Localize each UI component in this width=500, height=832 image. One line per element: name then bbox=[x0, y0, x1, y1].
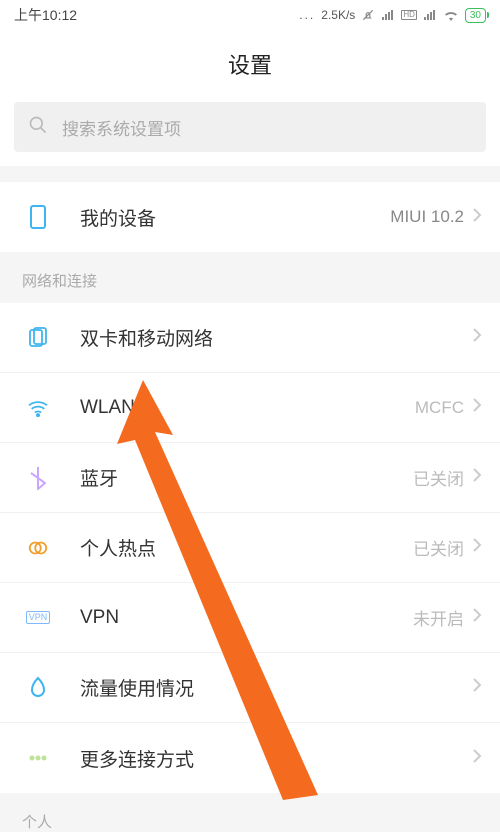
row-label: 个人热点 bbox=[80, 534, 413, 561]
dnd-icon bbox=[361, 8, 375, 22]
row-bluetooth[interactable]: 蓝牙 已关闭 bbox=[0, 443, 500, 513]
row-label: 蓝牙 bbox=[80, 464, 413, 491]
row-label: VPN bbox=[80, 607, 413, 629]
status-bar: 上午10:12 ... 2.5K/s HD 30 bbox=[0, 0, 500, 30]
status-more-dots: ... bbox=[299, 8, 315, 22]
search-bar[interactable]: 搜索系统设置项 bbox=[0, 102, 500, 166]
row-data-usage[interactable]: 流量使用情况 bbox=[0, 653, 500, 723]
status-time: 上午10:12 bbox=[14, 5, 77, 25]
chevron-right-icon bbox=[472, 677, 482, 698]
chevron-right-icon bbox=[472, 748, 482, 769]
row-value: MCFC bbox=[415, 398, 464, 418]
row-label: 双卡和移动网络 bbox=[80, 324, 464, 351]
vpn-icon: VPN bbox=[24, 611, 52, 624]
signal-icon bbox=[381, 9, 395, 21]
more-connections-icon bbox=[24, 748, 52, 768]
chevron-right-icon bbox=[472, 327, 482, 348]
row-more-connections[interactable]: 更多连接方式 bbox=[0, 723, 500, 793]
row-value: 已关闭 bbox=[413, 535, 464, 560]
chevron-right-icon bbox=[472, 467, 482, 488]
row-label: 更多连接方式 bbox=[80, 745, 464, 772]
status-net-speed: 2.5K/s bbox=[321, 8, 355, 22]
row-value: 已关闭 bbox=[413, 465, 464, 490]
row-value: 未开启 bbox=[413, 605, 464, 630]
device-icon bbox=[24, 204, 52, 230]
row-my-device[interactable]: 我的设备 MIUI 10.2 bbox=[0, 182, 500, 252]
row-dual-sim[interactable]: 双卡和移动网络 bbox=[0, 303, 500, 373]
wifi-icon bbox=[443, 9, 459, 21]
section-header-network: 网络和连接 bbox=[0, 252, 500, 303]
chevron-right-icon bbox=[472, 397, 482, 418]
chevron-right-icon bbox=[472, 207, 482, 228]
row-hotspot[interactable]: 个人热点 已关闭 bbox=[0, 513, 500, 583]
divider bbox=[0, 166, 500, 182]
wifi-icon bbox=[24, 399, 52, 417]
page-title: 设置 bbox=[0, 30, 500, 102]
hd-icon: HD bbox=[401, 10, 417, 20]
battery-icon: 30 bbox=[465, 8, 486, 23]
search-placeholder: 搜索系统设置项 bbox=[62, 115, 181, 140]
data-usage-icon bbox=[24, 676, 52, 700]
row-wlan[interactable]: WLAN MCFC bbox=[0, 373, 500, 443]
search-icon bbox=[28, 115, 48, 140]
row-label: 我的设备 bbox=[80, 204, 390, 231]
chevron-right-icon bbox=[472, 537, 482, 558]
row-vpn[interactable]: VPN VPN 未开启 bbox=[0, 583, 500, 653]
sim-icon bbox=[24, 327, 52, 349]
section-header-personal: 个人 bbox=[0, 793, 500, 832]
hotspot-icon bbox=[24, 537, 52, 559]
chevron-right-icon bbox=[472, 607, 482, 628]
row-label: WLAN bbox=[80, 397, 415, 419]
row-label: 流量使用情况 bbox=[80, 674, 464, 701]
signal-icon-2 bbox=[423, 9, 437, 21]
bluetooth-icon bbox=[24, 466, 52, 490]
row-value: MIUI 10.2 bbox=[390, 207, 464, 227]
